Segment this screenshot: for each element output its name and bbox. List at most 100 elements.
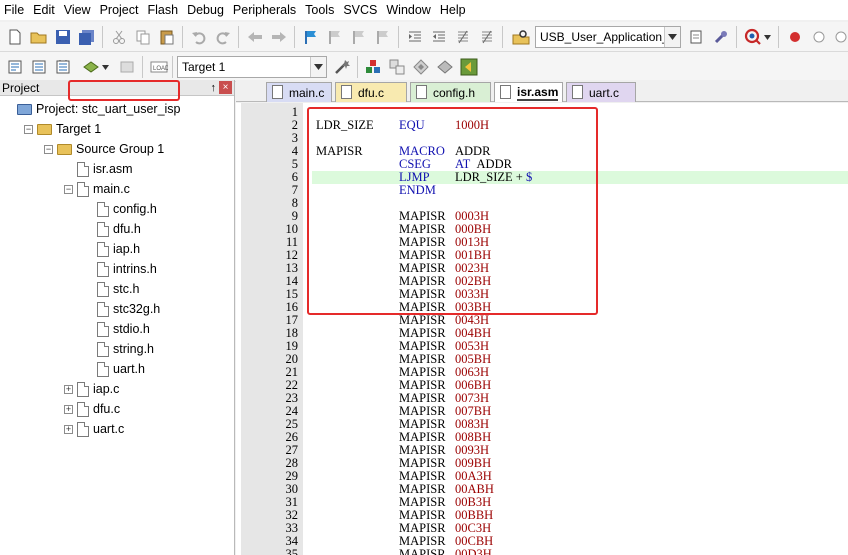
line-number: 6	[291, 170, 298, 184]
bookmark-next-icon[interactable]	[348, 26, 370, 48]
tree-item-iap-c[interactable]: + iap.c	[64, 379, 119, 399]
save-icon[interactable]	[52, 26, 74, 48]
tree-item-label: dfu.h	[113, 222, 141, 236]
menu-peripherals[interactable]: Peripherals	[229, 0, 301, 20]
manage-project-icon[interactable]	[386, 56, 408, 78]
chevron-down-icon[interactable]	[762, 26, 772, 48]
menu-debug[interactable]: Debug	[183, 0, 229, 20]
tree-item-string-h[interactable]: string.h	[84, 339, 154, 359]
wrench-icon[interactable]	[710, 26, 732, 48]
tab-main-c[interactable]: main.c	[266, 82, 332, 102]
tree-item-intrins-h[interactable]: intrins.h	[84, 259, 157, 279]
stop-build-icon[interactable]	[116, 56, 138, 78]
menu-project[interactable]: Project	[96, 0, 144, 20]
paste-icon[interactable]	[156, 26, 178, 48]
menu-svcs[interactable]: SVCS	[339, 0, 382, 20]
open-icon[interactable]	[28, 26, 50, 48]
nav-forward-icon[interactable]	[268, 26, 290, 48]
download-icon[interactable]: LOAD	[148, 56, 170, 78]
tree-item-uart-h[interactable]: uart.h	[84, 359, 145, 379]
tab-isr-asm[interactable]: isr.asm	[494, 82, 563, 102]
save-all-icon[interactable]	[76, 26, 98, 48]
translate-icon[interactable]	[4, 56, 26, 78]
bookmark-clear-icon[interactable]	[372, 26, 394, 48]
cut-icon[interactable]	[108, 26, 130, 48]
pin-icon[interactable]: ↑	[211, 80, 217, 96]
select-packs-icon[interactable]	[434, 56, 456, 78]
nav-back-icon[interactable]	[244, 26, 266, 48]
find-in-files-icon[interactable]	[510, 26, 532, 48]
collapse-icon[interactable]: −	[64, 184, 73, 194]
undo-icon[interactable]	[188, 26, 210, 48]
tree-item-iap-h[interactable]: iap.h	[84, 239, 140, 259]
tree-item-label: Project: stc_uart_user_isp	[36, 102, 181, 116]
menu-edit[interactable]: Edit	[29, 0, 60, 20]
expand-icon[interactable]: +	[64, 384, 73, 394]
tree-item-label: config.h	[113, 202, 157, 216]
bookmark-prev-icon[interactable]	[324, 26, 346, 48]
rebuild-icon[interactable]	[52, 56, 74, 78]
tree-item-source-group-1[interactable]: − Source Group 1	[44, 139, 164, 159]
tree-item-stc32g-h[interactable]: stc32g.h	[84, 299, 160, 319]
tree-item-config-h[interactable]: config.h	[84, 199, 157, 219]
collapse-icon[interactable]: −	[24, 124, 33, 134]
tree-item-uart-c[interactable]: + uart.c	[64, 419, 124, 439]
pack-installer-icon[interactable]	[410, 56, 432, 78]
tab-dfu-c[interactable]: dfu.c	[335, 82, 407, 102]
expand-icon[interactable]: +	[64, 424, 73, 434]
breakpoint-icon[interactable]	[784, 26, 806, 48]
run-time-env-icon[interactable]	[458, 56, 480, 78]
menu-view[interactable]: View	[60, 0, 96, 20]
bookmark-icon[interactable]	[300, 26, 322, 48]
file-icon	[97, 341, 109, 357]
menu-flash[interactable]: Flash	[143, 0, 183, 20]
outdent-icon[interactable]	[428, 26, 450, 48]
tree-item-isr-asm[interactable]: isr.asm	[64, 159, 133, 179]
batch-build-icon[interactable]	[80, 56, 102, 78]
code-line: 24 MAPISR 007BH	[236, 405, 848, 418]
tree-item-main-c[interactable]: − main.c	[64, 179, 130, 199]
find-icon[interactable]	[686, 26, 708, 48]
redo-icon[interactable]	[212, 26, 234, 48]
menu-file[interactable]: File	[0, 0, 29, 20]
code-line: 30 MAPISR 00ABH	[236, 483, 848, 496]
code-line: 34 MAPISR 00CBH	[236, 535, 848, 548]
chevron-down-icon[interactable]	[100, 56, 110, 78]
collapse-icon[interactable]: −	[44, 144, 53, 154]
build-target-select[interactable]: Target 1	[177, 56, 327, 78]
tree-item-stdio-h[interactable]: stdio.h	[84, 319, 150, 339]
toolbar-separator	[172, 56, 173, 78]
tree-item-target-1[interactable]: − Target 1	[24, 119, 101, 139]
breakpoint-disabled-icon[interactable]	[808, 26, 830, 48]
chevron-down-icon[interactable]	[310, 57, 326, 77]
tree-item-stc-h[interactable]: stc.h	[84, 279, 139, 299]
tree-item-label: iap.h	[113, 242, 141, 256]
target-icon	[37, 123, 52, 135]
target-combo[interactable]: USB_User_Application_In	[535, 26, 681, 48]
file-icon	[97, 221, 109, 237]
tree-item-project-stc-uart-user-isp[interactable]: Project: stc_uart_user_isp	[4, 99, 181, 119]
tree-item-label: uart.h	[113, 362, 145, 376]
indent-icon[interactable]	[404, 26, 426, 48]
file-icon	[97, 301, 109, 317]
build-icon[interactable]	[28, 56, 50, 78]
breakpoint-clear-icon[interactable]	[830, 26, 848, 48]
toolbar-separator	[398, 26, 399, 48]
copy-icon[interactable]	[132, 26, 154, 48]
tree-item-dfu-c[interactable]: + dfu.c	[64, 399, 120, 419]
tab-config-h[interactable]: config.h	[410, 82, 491, 102]
comment-icon[interactable]	[452, 26, 474, 48]
new-file-icon[interactable]	[4, 26, 26, 48]
target-options-icon[interactable]	[331, 56, 353, 78]
components-icon[interactable]	[362, 56, 384, 78]
debug-icon[interactable]	[742, 26, 764, 48]
close-icon[interactable]: ×	[219, 81, 232, 94]
uncomment-icon[interactable]	[476, 26, 498, 48]
menu-tools[interactable]: Tools	[301, 0, 339, 20]
menu-help[interactable]: Help	[436, 0, 471, 20]
expand-icon[interactable]: +	[64, 404, 73, 414]
tree-item-dfu-h[interactable]: dfu.h	[84, 219, 141, 239]
tab-uart-c[interactable]: uart.c	[566, 82, 636, 102]
menu-window[interactable]: Window	[382, 0, 435, 20]
chevron-down-icon[interactable]	[664, 27, 680, 47]
